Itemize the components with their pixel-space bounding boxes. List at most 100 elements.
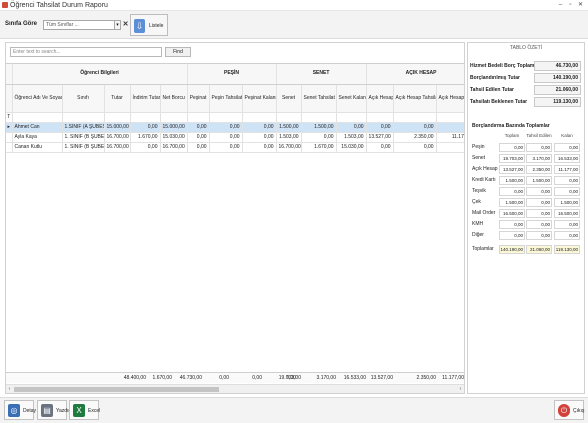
column-header[interactable]: Peşinat bbox=[187, 84, 210, 113]
column-header[interactable]: Peşin Tahsilat bbox=[209, 84, 243, 113]
table-cell[interactable]: 0,00 bbox=[209, 122, 243, 133]
scroll-left-arrow-icon[interactable]: ‹ bbox=[6, 385, 13, 394]
column-header[interactable]: Öğrenci Adı Ve Soyadı bbox=[12, 84, 63, 113]
breakdown-totals-row: Toplamlar 140.190,00 21.060,00 119.130,00 bbox=[470, 244, 581, 255]
title-bar: Öğrenci Tahsilat Durum Raporu – ▫ ✕ bbox=[0, 0, 588, 11]
summary-row: Tahsil Edilen Tutar 21.060,00 bbox=[470, 85, 581, 96]
list-button[interactable]: ⇩ Listele bbox=[130, 14, 168, 36]
column-header[interactable]: İndirim Tutar bbox=[130, 84, 161, 113]
table-cell[interactable]: 0,00 bbox=[366, 122, 394, 133]
detail-button[interactable]: ◎ Detay bbox=[4, 400, 37, 420]
table-cell[interactable]: 0,00 bbox=[242, 132, 277, 143]
breakdown-label: Peşin bbox=[472, 144, 485, 150]
table-row[interactable]: Canan Kutlu1. SINIF (B ŞUBESİ)16.700,000… bbox=[6, 142, 464, 153]
table-cell[interactable]: 0,00 bbox=[436, 122, 464, 133]
breakdown-value: 0,00 bbox=[526, 231, 552, 240]
table-cell[interactable]: 0,00 bbox=[130, 142, 161, 153]
breakdown-row: Çek 1.500,00 0,00 1.500,00 bbox=[470, 197, 581, 208]
column-header[interactable]: Açık Hesap bbox=[366, 84, 394, 113]
table-cell[interactable]: 0,00 bbox=[130, 122, 161, 133]
table-cell[interactable]: 1. SINIF (B ŞUBESİ) bbox=[62, 132, 105, 143]
table-cell[interactable]: 1.503,00 bbox=[276, 132, 302, 143]
table-cell[interactable]: 0,00 bbox=[209, 132, 243, 143]
table-cell[interactable]: 11.177,00 bbox=[436, 132, 464, 143]
restore-button[interactable]: ▫ bbox=[566, 1, 575, 9]
table-cell[interactable]: 1.503,00 bbox=[336, 132, 367, 143]
column-header[interactable]: Senet Kalanı bbox=[336, 84, 367, 113]
minimize-button[interactable]: – bbox=[556, 1, 565, 9]
summary-value: 119.130,00 bbox=[534, 97, 581, 107]
binoculars-icon: ◎ bbox=[8, 404, 20, 417]
breakdown-value: 0,00 bbox=[554, 143, 580, 152]
table-cell[interactable]: 1. SINIF (B ŞUBESİ) bbox=[62, 142, 105, 153]
table-cell[interactable]: 1.670,00 bbox=[130, 132, 161, 143]
summary-label: Tahsil Edilen Tutar bbox=[470, 87, 514, 93]
print-button[interactable]: ▤ Yazdır bbox=[37, 400, 70, 420]
table-cell[interactable]: Ahmet Can bbox=[12, 122, 63, 133]
table-cell[interactable]: 16.700,00 bbox=[276, 142, 302, 153]
column-header[interactable]: Sınıfı bbox=[62, 84, 105, 113]
breakdown-value: 21.060,00 bbox=[526, 245, 552, 254]
table-cell[interactable]: 15.030,00 bbox=[160, 132, 188, 143]
table-cell[interactable]: 0,00 bbox=[209, 142, 243, 153]
combo-dropdown-button[interactable]: ▾ bbox=[114, 20, 121, 30]
table-cell[interactable]: Canan Kutlu bbox=[12, 142, 63, 153]
table-cell[interactable]: Ayla Kaya bbox=[12, 132, 63, 143]
table-cell[interactable]: 16.700,00 bbox=[104, 132, 131, 143]
exit-button[interactable]: ⏻ Çıkış bbox=[554, 400, 584, 420]
table-cell[interactable]: 0,00 bbox=[336, 122, 367, 133]
table-cell[interactable]: 15.000,00 bbox=[104, 122, 131, 133]
table-cell[interactable]: 1.670,00 bbox=[301, 142, 337, 153]
close-window-button[interactable]: ✕ bbox=[576, 1, 585, 9]
table-row[interactable]: Ayla Kaya1. SINIF (B ŞUBESİ)16.700,001.6… bbox=[6, 132, 464, 143]
table-cell[interactable]: 15.000,00 bbox=[160, 122, 188, 133]
table-cell[interactable]: 13.527,00 bbox=[366, 132, 394, 143]
column-header[interactable]: Peşinat Kalanı bbox=[242, 84, 277, 113]
auto-filter-row[interactable]: T bbox=[6, 112, 464, 123]
excel-button[interactable]: X Excel bbox=[69, 400, 100, 420]
column-header[interactable]: Senet bbox=[276, 84, 302, 113]
table-cell[interactable]: 0,00 bbox=[187, 122, 210, 133]
table-cell[interactable]: 0,00 bbox=[301, 132, 337, 143]
table-cell[interactable]: 1.SINIF (A ŞUBESİ) bbox=[62, 122, 105, 133]
breakdown-value: 3.170,00 bbox=[526, 154, 552, 163]
table-cell[interactable]: 16.700,00 bbox=[104, 142, 131, 153]
breakdown-value: 0,00 bbox=[526, 198, 552, 207]
table-cell[interactable]: 16.700,00 bbox=[160, 142, 188, 153]
power-icon: ⏻ bbox=[558, 404, 570, 417]
column-header[interactable]: Senet Tahsilat bbox=[301, 84, 337, 113]
table-cell[interactable]: 1.500,00 bbox=[276, 122, 302, 133]
breakdown-row: Senet 19.703,00 3.170,00 16.533,00 bbox=[470, 153, 581, 164]
scrollbar-thumb[interactable] bbox=[14, 387, 219, 392]
summary-value: 21.060,00 bbox=[534, 85, 581, 95]
horizontal-scrollbar[interactable]: ‹ › bbox=[6, 384, 464, 393]
column-header[interactable]: Açık Hesap Tahsilat bbox=[393, 84, 437, 113]
table-cell[interactable]: 0,00 bbox=[393, 142, 437, 153]
summary-row: Hizmet Bedeli Borç Toplamı 46.730,00 bbox=[470, 61, 581, 72]
breakdown-value: 16.533,00 bbox=[554, 154, 580, 163]
column-header[interactable]: Açık Hesap Kalan bbox=[436, 84, 464, 113]
table-cell[interactable]: 1.500,00 bbox=[301, 122, 337, 133]
summary-label: Tahsilatı Beklenen Tutar bbox=[470, 99, 528, 105]
search-input[interactable] bbox=[10, 47, 162, 57]
detail-button-label: Detay bbox=[23, 408, 37, 414]
breakdown-label: Açık Hesap bbox=[472, 166, 498, 172]
table-cell[interactable]: 0,00 bbox=[393, 122, 437, 133]
table-cell[interactable]: 0,00 bbox=[242, 142, 277, 153]
scroll-right-arrow-icon[interactable]: › bbox=[457, 385, 464, 394]
table-cell[interactable]: 0,00 bbox=[187, 142, 210, 153]
breakdown-value: 0,00 bbox=[499, 220, 525, 229]
table-cell[interactable]: 0,00 bbox=[187, 132, 210, 143]
class-filter-combo[interactable]: Tüm Sınıflar ... bbox=[43, 20, 121, 30]
combo-clear-button[interactable]: ✕ bbox=[122, 20, 129, 30]
table-row[interactable]: ▸Ahmet Can1.SINIF (A ŞUBESİ)15.000,000,0… bbox=[6, 122, 464, 133]
table-cell[interactable]: 0,00 bbox=[366, 142, 394, 153]
table-cell[interactable]: 0,00 bbox=[436, 142, 464, 153]
column-header[interactable]: Tutar bbox=[104, 84, 131, 113]
table-cell[interactable]: 2.350,00 bbox=[393, 132, 437, 143]
total-senet-tahsilat: 3.170,00 bbox=[316, 375, 336, 381]
find-button[interactable]: Find bbox=[165, 47, 191, 57]
table-cell[interactable]: 0,00 bbox=[242, 122, 277, 133]
table-cell[interactable]: 15.030,00 bbox=[336, 142, 367, 153]
column-header[interactable]: Net Borcu bbox=[160, 84, 188, 113]
